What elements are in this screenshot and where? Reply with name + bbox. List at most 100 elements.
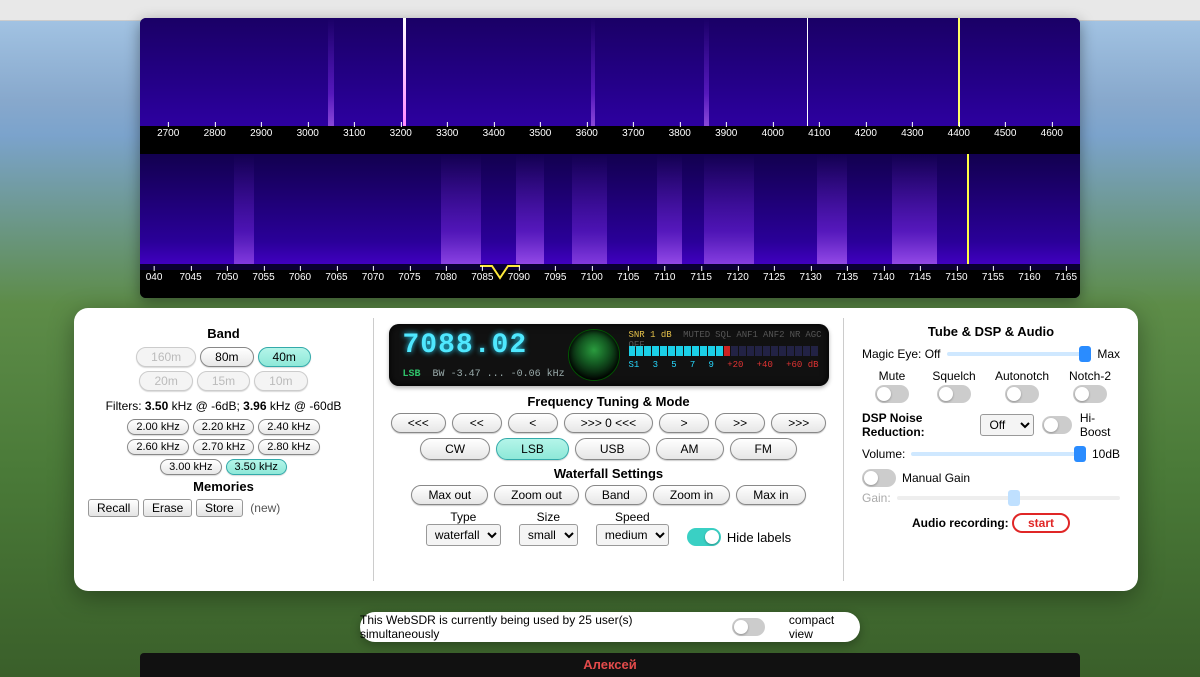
gain-label: Gain: — [862, 491, 891, 505]
control-panel: Band 160m 80m 40m 20m 15m 10m Filters: 3… — [74, 308, 1138, 591]
magic-eye-label: Magic Eye: Off — [862, 347, 941, 361]
waterfall-upper — [140, 18, 1080, 126]
tick: 2900 — [250, 128, 272, 139]
gain-slider[interactable] — [897, 496, 1120, 500]
tune-[interactable]: < — [508, 413, 558, 433]
magic-eye-slider[interactable] — [947, 352, 1092, 356]
tick: 4100 — [808, 128, 830, 139]
filter-2.60[interactable]: 2.60 kHz — [127, 439, 188, 455]
radio-display: 7088.02 LSB BW -3.47 ... -0.06 kHz SNR 1… — [389, 324, 829, 386]
zoom-zoom-out[interactable]: Zoom out — [494, 485, 579, 505]
zoom-band[interactable]: Band — [585, 485, 647, 505]
size-label: Size — [537, 510, 560, 524]
tick: 7140 — [872, 272, 894, 283]
tune-[interactable]: >>> — [771, 413, 826, 433]
band-40m[interactable]: 40m — [258, 347, 311, 367]
mode-lsb[interactable]: LSB — [496, 438, 569, 460]
filter-3.00[interactable]: 3.00 kHz — [160, 459, 221, 475]
speed-select[interactable]: medium — [596, 524, 669, 546]
erase-button[interactable]: Erase — [143, 499, 192, 517]
username-bar: Алексей — [140, 653, 1080, 677]
filter-2.70[interactable]: 2.70 kHz — [193, 439, 254, 455]
autonotch-toggle[interactable] — [1005, 385, 1039, 403]
tick: 7120 — [727, 272, 749, 283]
tick: 7055 — [252, 272, 274, 283]
tune-[interactable]: <<< — [391, 413, 446, 433]
zoom-zoom-in[interactable]: Zoom in — [653, 485, 730, 505]
band-80m[interactable]: 80m — [200, 347, 253, 367]
tuning-title: Frequency Tuning & Mode — [384, 394, 833, 409]
recall-button[interactable]: Recall — [88, 499, 139, 517]
mode-fm[interactable]: FM — [730, 438, 797, 460]
store-button[interactable]: Store — [196, 499, 243, 517]
mute-toggle[interactable] — [875, 385, 909, 403]
filter-2.40[interactable]: 2.40 kHz — [258, 419, 319, 435]
frequency-readout: 7088.02 — [403, 330, 528, 361]
hiboost-label: Hi-Boost — [1080, 411, 1120, 439]
band-15m[interactable]: 15m — [197, 371, 250, 391]
record-start-button[interactable]: start — [1012, 513, 1070, 533]
memories-note: (new) — [250, 501, 280, 515]
filter-2.20[interactable]: 2.20 kHz — [193, 419, 254, 435]
size-select[interactable]: small — [519, 524, 578, 546]
tick: 3300 — [436, 128, 458, 139]
status-bar: This WebSDR is currently being used by 2… — [360, 612, 860, 642]
tick: 7105 — [617, 272, 639, 283]
compact-view-label: compact view — [789, 613, 860, 641]
mode-am[interactable]: AM — [656, 438, 724, 460]
tick: 3400 — [483, 128, 505, 139]
tick: 7085 — [471, 272, 493, 283]
tick: 7065 — [325, 272, 347, 283]
tick: 4300 — [901, 128, 923, 139]
mute-label: Mute — [879, 369, 906, 383]
squelch-toggle[interactable] — [937, 385, 971, 403]
mode-cw[interactable]: CW — [420, 438, 490, 460]
tune-[interactable]: >> — [715, 413, 765, 433]
filter-2.80[interactable]: 2.80 kHz — [258, 439, 319, 455]
type-label: Type — [450, 510, 476, 524]
dnr-select[interactable]: Off — [980, 414, 1034, 436]
dsp-title: Tube & DSP & Audio — [862, 324, 1120, 339]
speed-label: Speed — [615, 510, 650, 524]
hide-labels-toggle[interactable] — [687, 528, 721, 546]
tick: 7155 — [982, 272, 1004, 283]
notch2-toggle[interactable] — [1073, 385, 1107, 403]
tick: 7115 — [690, 272, 712, 283]
tick: 4200 — [855, 128, 877, 139]
manual-gain-toggle[interactable] — [862, 469, 896, 487]
tune-[interactable]: > — [659, 413, 709, 433]
volume-slider[interactable] — [911, 452, 1086, 456]
squelch-label: Squelch — [932, 369, 975, 383]
tick: 4500 — [994, 128, 1016, 139]
filter-2.00[interactable]: 2.00 kHz — [127, 419, 188, 435]
tick: 2800 — [204, 128, 226, 139]
dnr-label: DSP Noise Reduction: — [862, 411, 972, 439]
tick: 4000 — [762, 128, 784, 139]
type-select[interactable]: waterfall — [426, 524, 501, 546]
tick: 3700 — [622, 128, 644, 139]
tick: 4400 — [948, 128, 970, 139]
hiboost-toggle[interactable] — [1042, 416, 1072, 434]
band-160m[interactable]: 160m — [136, 347, 196, 367]
compact-view-toggle[interactable] — [732, 618, 765, 636]
tick: 7145 — [909, 272, 931, 283]
band-10m[interactable]: 10m — [254, 371, 307, 391]
filters-readout: Filters: 3.50 kHz @ -6dB; 3.96 kHz @ -60… — [84, 399, 363, 413]
tick: 3000 — [297, 128, 319, 139]
waterfall-display[interactable]: 2700280029003000310032003300340035003600… — [140, 18, 1080, 298]
tick: 7050 — [216, 272, 238, 283]
tuning-knob[interactable] — [569, 330, 619, 380]
filter-3.50[interactable]: 3.50 kHz — [226, 459, 287, 475]
zoom-max-in[interactable]: Max in — [736, 485, 805, 505]
frequency-ruler-bottom: 0407045705070557060706570707075708070857… — [140, 270, 1080, 298]
tune-[interactable]: << — [452, 413, 502, 433]
band-20m[interactable]: 20m — [139, 371, 192, 391]
tick: 7080 — [435, 272, 457, 283]
tick: 7160 — [1018, 272, 1040, 283]
zoom-max-out[interactable]: Max out — [411, 485, 488, 505]
tick: 3100 — [343, 128, 365, 139]
s-meter — [629, 346, 819, 356]
mode-usb[interactable]: USB — [575, 438, 650, 460]
memories-title: Memories — [84, 479, 363, 494]
tune-0[interactable]: >>> 0 <<< — [564, 413, 653, 433]
